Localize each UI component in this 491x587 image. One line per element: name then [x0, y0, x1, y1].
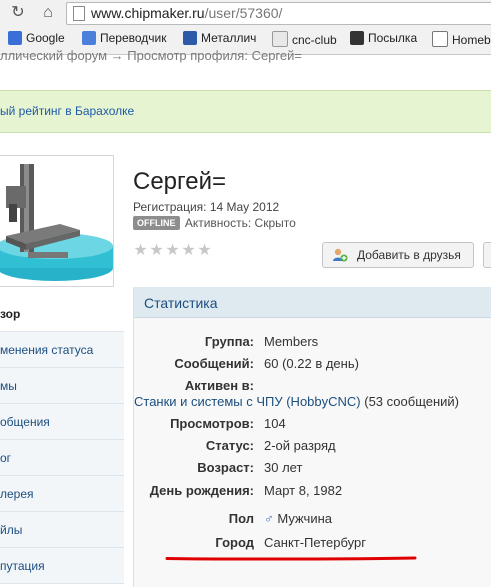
views-label: Просмотров: — [170, 416, 254, 431]
statistics-header: Статистика — [134, 287, 491, 318]
sidebar-item-posts[interactable]: общения — [0, 404, 124, 440]
star-icon[interactable]: ★ — [181, 243, 196, 259]
bookmark-metal[interactable]: Металлич — [183, 31, 256, 45]
avatar[interactable] — [0, 155, 114, 287]
male-icon: ♂ — [264, 511, 274, 526]
status-badge: OFFLINE — [133, 216, 180, 230]
add-friend-label: Добавить в друзья — [357, 248, 461, 262]
active-in-label: Активен в: — [184, 378, 254, 393]
bookmark-icon — [272, 31, 288, 47]
birthday-label: День рождения: — [149, 483, 254, 498]
bookmark-icon — [350, 31, 364, 45]
cnc-machine-avatar — [0, 156, 113, 286]
city-value: Санкт-Петербург — [264, 535, 366, 550]
bookmarks-bar: Google Переводчик Металлич cnc-club Посы… — [0, 28, 491, 50]
gender-label: Пол — [228, 511, 254, 526]
annotation-underline — [165, 556, 417, 561]
registration-date: Регистрация: 14 May 2012 — [133, 200, 280, 214]
status-value: 2-ой разряд — [264, 438, 336, 453]
star-icon[interactable]: ★ — [197, 243, 212, 259]
age-label: Возраст: — [197, 460, 254, 475]
home-icon[interactable]: ⌂ — [38, 4, 58, 22]
bookmark-icon — [183, 31, 197, 45]
url-text: www.chipmaker.ru/user/57360/ — [91, 5, 282, 21]
star-icon[interactable]: ★ — [133, 243, 148, 259]
reload-icon[interactable]: ↻ — [8, 4, 28, 22]
activity-text: Активность: Скрыто — [184, 216, 296, 230]
posts-label: Сообщений: — [174, 356, 254, 371]
sidebar-item-status-changes[interactable]: менения статуса — [0, 332, 124, 368]
sidebar-item-overview[interactable]: зор — [0, 296, 124, 332]
sidebar-item-reputation[interactable]: путация — [0, 548, 124, 584]
sidebar-item-topics[interactable]: мы — [0, 368, 124, 404]
gender-value: ♂ Мужчина — [264, 511, 332, 526]
active-forum-link[interactable]: Станки и системы с ЧПУ (HobbyCNC) — [134, 394, 361, 409]
url-host: www.chipmaker.ru — [91, 5, 205, 21]
profile-name: Сергей= — [133, 168, 227, 195]
sidebar-item-files[interactable]: йлы — [0, 512, 124, 548]
banner-link[interactable]: ый рейтинг в Барахолке — [0, 104, 134, 118]
browser-toolbar: ↻ ⌂ www.chipmaker.ru/user/57360/ Google … — [0, 0, 491, 55]
google-icon — [8, 31, 22, 45]
star-icon[interactable]: ★ — [165, 243, 180, 259]
group-label: Группа: — [204, 334, 254, 349]
sidebar-item-gallery[interactable]: лерея — [0, 476, 124, 512]
more-button[interactable] — [483, 242, 491, 268]
birthday-value: Март 8, 1982 — [264, 483, 343, 498]
rating-stars[interactable]: ★ ★ ★ ★ ★ — [133, 242, 213, 260]
page-icon — [73, 6, 85, 21]
breadcrumb[interactable]: ллический форум → Просмотр профиля: Серг… — [0, 48, 302, 63]
views-value: 104 — [264, 416, 286, 431]
profile-sidebar: зор менения статуса мы общения ог лерея … — [0, 296, 124, 587]
add-user-icon — [333, 248, 348, 262]
bookmark-parcel[interactable]: Посылка — [350, 31, 417, 45]
url-path: /user/57360/ — [204, 5, 283, 21]
age-value: 30 лет — [264, 460, 303, 475]
house-icon — [432, 31, 448, 47]
notice-banner: ый рейтинг в Барахолке — [0, 90, 491, 133]
add-friend-button[interactable]: Добавить в друзья — [322, 242, 474, 268]
star-icon[interactable]: ★ — [149, 243, 164, 259]
address-bar[interactable]: www.chipmaker.ru/user/57360/ — [66, 2, 491, 25]
bookmark-translator[interactable]: Переводчик — [82, 31, 167, 45]
presence-line: OFFLINE Активность: Скрыто — [133, 216, 296, 230]
bookmark-cnc-club[interactable]: cnc-club — [272, 31, 337, 47]
statistics-panel: Статистика Группа: Members Сообщений: 60… — [133, 287, 491, 587]
bookmark-google[interactable]: Google — [8, 31, 65, 45]
translate-icon — [82, 31, 96, 45]
city-label: Город — [215, 535, 254, 550]
bookmark-homeb[interactable]: Homeb — [432, 31, 491, 47]
sidebar-item-blog[interactable]: ог — [0, 440, 124, 476]
active-in-value: Станки и системы с ЧПУ (HobbyCNC) (53 со… — [134, 394, 459, 409]
status-label: Статус: — [205, 438, 254, 453]
active-forum-count: (53 сообщений) — [364, 394, 460, 409]
group-value: Members — [264, 334, 319, 349]
posts-value: 60 (0.22 в день) — [264, 356, 359, 371]
statistics-title: Статистика — [144, 295, 218, 311]
